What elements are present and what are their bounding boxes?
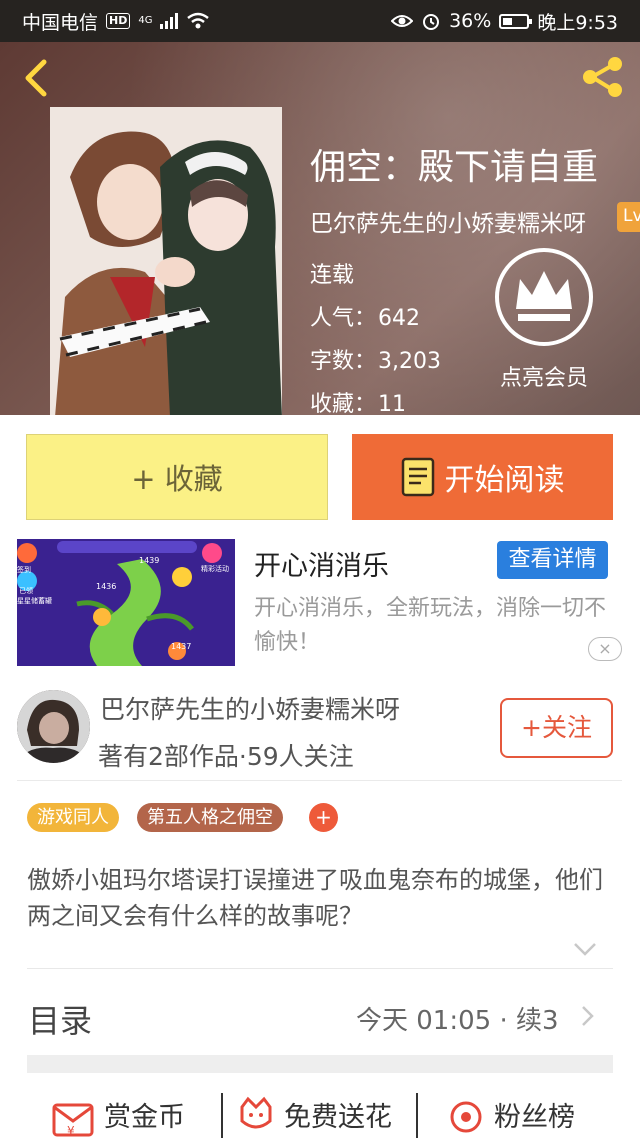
ad-thumb-score-3: 1437 <box>171 642 191 651</box>
avatar[interactable] <box>17 690 90 763</box>
divider <box>416 1093 418 1138</box>
wordcount-label: 字数： <box>310 349 377 374</box>
book-status: 连载 <box>310 263 355 288</box>
ad-detail-button[interactable]: 查看详情 <box>497 541 608 579</box>
start-reading-button[interactable]: 开始阅读 <box>352 434 613 520</box>
ad-thumb-text-checkin: 签到 <box>17 565 31 574</box>
ad-title[interactable]: 开心消消乐 <box>254 544 389 583</box>
ad-game-art: 签到 已领 星星储蓄罐 精彩活动 1439 1436 1437 <box>17 539 235 666</box>
flower-icon <box>240 1096 272 1129</box>
book-title: 佣空：殿下请自重 <box>310 147 599 188</box>
tag-game-fanfic[interactable]: 游戏同人 <box>27 803 119 832</box>
red-envelope-icon: ¥ <box>52 1103 94 1137</box>
favorite-button[interactable]: + 收藏 <box>26 434 328 520</box>
popularity-label: 人气： <box>310 306 377 331</box>
status-bar: 中国电信 HD 4G 36% 晚上9:53 <box>0 0 640 42</box>
add-tag-button[interactable]: + <box>309 803 338 832</box>
eye-icon <box>391 15 414 27</box>
divider <box>17 780 622 781</box>
share-icon[interactable] <box>578 52 628 102</box>
author-stats: 著有2部作品·59人关注 <box>98 742 354 771</box>
reward-coins-label: 赏金币 <box>104 1101 185 1133</box>
level-badge: Lv <box>617 202 640 232</box>
ad-thumb-score-1: 1439 <box>139 556 159 565</box>
favorites-value: 11 <box>378 392 407 415</box>
divider <box>221 1093 223 1138</box>
alarm-icon <box>423 14 440 30</box>
ad-thumbnail[interactable]: 签到 已领 星星储蓄罐 精彩活动 1439 1436 1437 <box>17 539 235 666</box>
network-type: 4G <box>138 15 153 26</box>
favorites-row: 收藏：11 <box>310 386 406 415</box>
popularity-value: 642 <box>378 306 421 331</box>
wifi-icon <box>187 12 210 29</box>
start-reading-label: 开始阅读 <box>444 463 565 498</box>
follow-button[interactable]: +关注 <box>500 698 613 758</box>
ranking-icon <box>450 1101 482 1133</box>
divider <box>27 968 613 969</box>
battery-icon <box>499 13 533 29</box>
popularity-row: 人气：642 <box>310 300 420 332</box>
book-icon <box>401 457 434 497</box>
tag-identity-v[interactable]: 第五人格之佣空 <box>137 803 283 832</box>
vip-label[interactable]: 点亮会员 <box>494 360 594 392</box>
clock: 晚上9:53 <box>537 11 618 34</box>
chevron-right-icon[interactable] <box>580 1004 596 1028</box>
chevron-down-icon[interactable] <box>572 940 598 958</box>
book-author[interactable]: 巴尔萨先生的小娇妻糯米呀 <box>310 204 586 238</box>
wordcount-row: 字数：3,203 <box>310 343 441 375</box>
crown-icon[interactable] <box>494 247 594 347</box>
ad-thumb-text-claimed: 已领 <box>19 586 33 595</box>
hd-icon: HD <box>106 13 131 29</box>
send-flowers-label: 免费送花 <box>284 1101 392 1133</box>
battery-percent: 36% <box>449 10 492 32</box>
book-cover[interactable] <box>50 107 282 415</box>
send-flowers-button[interactable]: 免费送花 <box>236 1090 392 1138</box>
section-spacer <box>27 1055 613 1073</box>
catalog-update[interactable]: 今天 01:05 · 续3 <box>356 1000 559 1037</box>
reward-coins-button[interactable]: ¥ 赏金币 <box>50 1090 185 1138</box>
avatar-image <box>17 690 90 763</box>
back-icon[interactable] <box>18 56 58 100</box>
author-name[interactable]: 巴尔萨先生的小娇妻糯米呀 <box>100 690 400 726</box>
svg-text:¥: ¥ <box>67 1124 75 1137</box>
ad-close-icon[interactable]: × <box>588 637 622 661</box>
signal-icon <box>160 13 179 29</box>
cover-illustration <box>50 107 282 415</box>
ad-thumb-text-piggybank: 星星储蓄罐 <box>17 596 52 605</box>
synopsis: 傲娇小姐玛尔塔误打误撞进了吸血鬼奈布的城堡，他们两之间又会有什么样的故事呢？ <box>27 866 603 930</box>
wordcount-value: 3,203 <box>378 349 441 374</box>
ad-thumb-score-2: 1436 <box>96 582 116 591</box>
carrier-label: 中国电信 <box>22 11 99 34</box>
fan-ranking-button[interactable]: 粉丝榜 <box>446 1090 575 1138</box>
catalog-title[interactable]: 目录 <box>28 996 92 1042</box>
book-header: 佣空：殿下请自重 巴尔萨先生的小娇妻糯米呀 Lv 连载 人气：642 字数：3,… <box>0 42 640 415</box>
ad-thumb-text-events: 精彩活动 <box>201 564 229 573</box>
ad-description: 开心消消乐，全新玩法，消除一切不愉快！ <box>254 596 607 655</box>
fan-ranking-label: 粉丝榜 <box>494 1101 575 1133</box>
favorites-label: 收藏： <box>310 392 377 415</box>
